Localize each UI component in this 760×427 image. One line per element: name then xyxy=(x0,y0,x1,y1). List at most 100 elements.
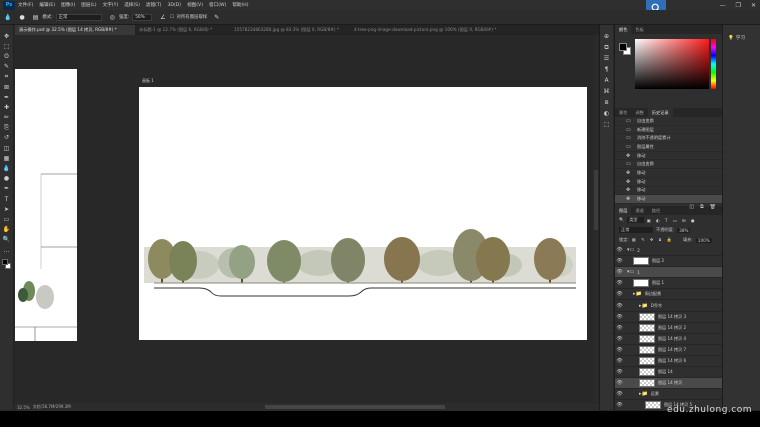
visibility-eye-icon[interactable]: 👁 xyxy=(615,358,624,364)
blur-tool-icon[interactable]: 💧 xyxy=(4,14,11,21)
blur-icon[interactable]: 💧 xyxy=(2,163,12,173)
tab-jpg[interactable]: 1557823486328​0.jpg @ 83.3% (图层 0, RGB/8… xyxy=(230,25,350,35)
fg-bg-color-swatch[interactable] xyxy=(1,259,12,271)
history-item[interactable]: ✥ 移动 xyxy=(615,169,722,178)
actions-icon[interactable]: ⌘ xyxy=(604,88,610,99)
blend-mode-select[interactable]: 正常 xyxy=(619,227,653,233)
visibility-eye-icon[interactable]: 👁 xyxy=(615,314,624,320)
visibility-eye-icon[interactable]: 👁 xyxy=(615,380,624,386)
history-item[interactable]: ✥ 移动 xyxy=(615,195,722,204)
minimize-button[interactable]: — xyxy=(720,2,726,9)
snapshot-icon[interactable]: ◫ xyxy=(689,204,694,211)
visibility-eye-icon[interactable]: 👁 xyxy=(615,291,624,297)
layer-row[interactable]: 👁 ▾▭ 2 xyxy=(615,245,722,257)
history-item[interactable]: ▭ 自由变换 xyxy=(615,160,722,170)
tab-tree-png[interactable]: 4-tree-png-image-download-picture.png @ … xyxy=(350,25,550,35)
menu-image[interactable]: 图像(I) xyxy=(61,2,75,8)
history-item[interactable]: ✥ 移动 xyxy=(615,187,722,196)
layer-row[interactable]: 👁 图层 14 xyxy=(615,367,722,379)
learn-button[interactable]: 💡 学习 xyxy=(728,35,760,42)
layer-row[interactable]: 👁 ▾▭ 1 xyxy=(615,267,722,279)
history-item[interactable]: ✥ 移动 xyxy=(615,178,722,187)
character-icon[interactable]: A xyxy=(604,77,608,88)
clone-stamp-icon[interactable]: ⎘ xyxy=(2,123,12,133)
pressure-icon[interactable]: ◎ xyxy=(110,14,115,21)
visibility-eye-icon[interactable]: 👁 xyxy=(615,280,624,286)
eyedropper-icon[interactable]: ✒ xyxy=(2,92,12,102)
vertical-scroll-thumb[interactable] xyxy=(594,170,598,230)
menu-filter[interactable]: 滤镜(T) xyxy=(146,2,162,8)
menu-type[interactable]: 文字(Y) xyxy=(103,2,119,8)
visibility-eye-icon[interactable]: 👁 xyxy=(615,247,624,253)
lock-icons[interactable]: ▦ ✎ ✥ ⧈ 🔒 xyxy=(632,237,674,243)
tab-properties[interactable]: 属性 xyxy=(615,108,631,117)
artboard-title[interactable]: 画板 1 xyxy=(142,78,154,84)
layer-row[interactable]: 👁 图层 14 拷贝 4 xyxy=(615,334,722,345)
tab-demo[interactable]: 演示操作.psd @ 32.5% (图层 14 拷贝, RGB/8#) * xyxy=(15,25,135,35)
artboard-icon[interactable]: ▾▭ xyxy=(627,269,634,275)
fill-input[interactable]: 100% xyxy=(695,237,712,243)
trash-icon[interactable]: 🗑 xyxy=(710,204,716,211)
folder-icon[interactable]: ▸📁 xyxy=(639,303,648,309)
shape-icon[interactable]: ▭ xyxy=(2,214,12,224)
tab-color[interactable]: 颜色 xyxy=(615,25,632,34)
history-item[interactable]: ▭ 图层属性 xyxy=(615,143,722,152)
sample-all-checkbox[interactable]: ☐ xyxy=(170,15,174,20)
horizontal-scroll-thumb[interactable] xyxy=(265,405,445,409)
tab-swatches[interactable]: 色板 xyxy=(631,25,647,34)
visibility-eye-icon[interactable]: 👁 xyxy=(615,347,624,353)
adjustment-icon[interactable]: ◐ xyxy=(604,110,609,121)
pen-icon[interactable]: ✒ xyxy=(2,184,12,194)
maximize-button[interactable]: ❐ xyxy=(736,2,741,9)
history-item[interactable]: ▭ 消除不透明度累计 xyxy=(615,134,722,144)
path-select-icon[interactable]: ➤ xyxy=(2,204,12,214)
history-item[interactable]: ✥ 移动 xyxy=(615,152,722,161)
layer-row[interactable]: 👁 图层 14 拷贝 3 xyxy=(615,312,722,323)
close-button[interactable]: ✕ xyxy=(751,2,756,9)
fg-bg-swatch[interactable] xyxy=(619,43,631,55)
visibility-eye-icon[interactable]: 👁 xyxy=(615,258,624,264)
dodge-icon[interactable]: ● xyxy=(2,174,12,184)
menu-layer[interactable]: 图层(L) xyxy=(81,2,96,8)
quick-select-icon[interactable]: ✎ xyxy=(2,62,12,72)
layer-row[interactable]: 👁 图层 14 拷贝 7 xyxy=(615,345,722,356)
tab-paths[interactable]: 路径 xyxy=(648,206,664,215)
crop-icon[interactable]: ⌗ xyxy=(2,72,12,82)
frame-icon[interactable]: ⊠ xyxy=(2,82,12,92)
artboard-2[interactable] xyxy=(15,69,77,341)
history-item[interactable]: ▭ 新建图层 xyxy=(615,126,722,135)
filter-icons[interactable]: ▣ ◐ T ▭ ⊞ ● xyxy=(647,218,697,223)
menu-view[interactable]: 视图(V) xyxy=(187,2,203,8)
canvas-area[interactable]: 画板 1 xyxy=(15,35,600,402)
artboard-1[interactable] xyxy=(139,87,587,340)
tab-untitled[interactable]: 未标题-1 @ 12.7% (图层 6, RGB/8) * xyxy=(135,25,230,35)
menu-window[interactable]: 窗口(W) xyxy=(209,2,226,8)
eraser-icon[interactable]: ◫ xyxy=(2,143,12,153)
paragraph-styles-icon[interactable]: ☰ xyxy=(604,55,609,66)
layer-row[interactable]: 👁 图层 1 xyxy=(615,278,722,290)
brush-settings-icon[interactable]: ▤ xyxy=(33,14,39,21)
history-item[interactable]: ▭ 自由变换 xyxy=(615,117,722,126)
layer-comps-icon[interactable]: ⧉ xyxy=(604,44,608,55)
menu-select[interactable]: 选择(S) xyxy=(124,2,140,8)
pressure-size-icon[interactable]: ✎ xyxy=(214,14,219,21)
menu-3d[interactable]: 3D(D) xyxy=(167,3,181,8)
folder-icon[interactable]: ▸📁 xyxy=(633,291,642,297)
layer-row[interactable]: 👁 ▸📁 周边配景 xyxy=(615,289,722,301)
navigator-icon[interactable]: ⊕ xyxy=(604,33,609,44)
menu-help[interactable]: 帮助(H) xyxy=(232,2,248,8)
tab-adjustments[interactable]: 调整 xyxy=(631,108,647,117)
history-brush-icon[interactable]: ↺ xyxy=(2,133,12,143)
layer-row[interactable]: 👁 ▸📁 远景 xyxy=(615,389,722,401)
move-icon[interactable]: ✥ xyxy=(2,31,12,41)
folder-icon[interactable]: ▸📁 xyxy=(639,391,648,397)
visibility-eye-icon[interactable]: 👁 xyxy=(615,303,624,309)
artboard-icon[interactable]: ⧈ xyxy=(605,99,609,110)
brush-preset-icon[interactable]: ● xyxy=(19,14,24,21)
opacity-input[interactable]: 38% xyxy=(677,227,691,233)
more-icon[interactable]: … xyxy=(2,245,12,255)
camera-icon[interactable]: ⧉ xyxy=(700,204,704,211)
hand-icon[interactable]: ✋ xyxy=(2,225,12,235)
visibility-eye-icon[interactable]: 👁 xyxy=(615,325,624,331)
strength-input[interactable]: 50% xyxy=(132,13,153,21)
